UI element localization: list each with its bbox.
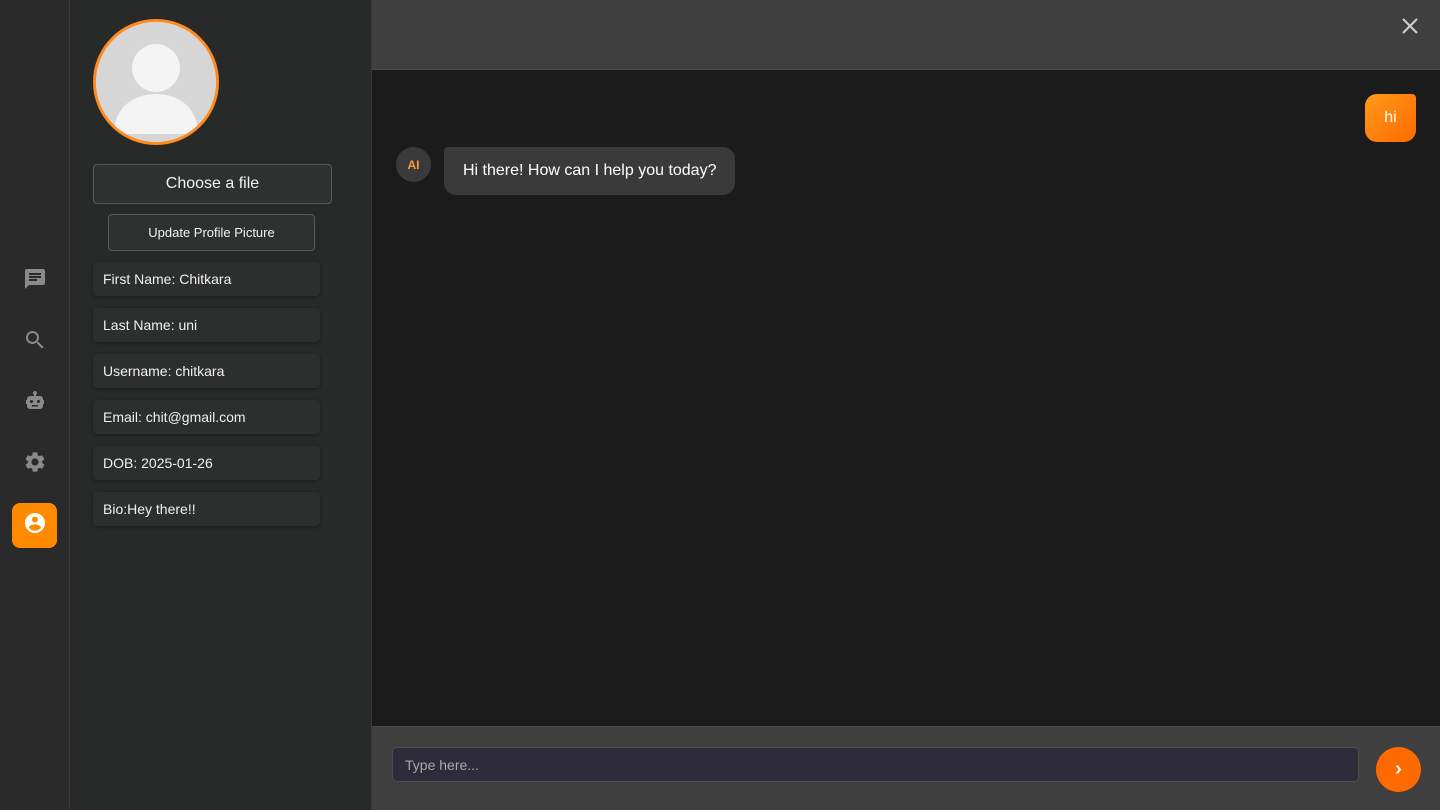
user-avatar-placeholder-icon [96, 22, 216, 142]
profile-field-dob: DOB: 2025-01-26 [93, 446, 320, 480]
chat-input-bar: › [372, 726, 1440, 810]
profile-field-last-name: Last Name: uni [93, 308, 320, 342]
rail-profile-button[interactable] [12, 503, 57, 548]
search-icon [23, 328, 47, 357]
message-input[interactable] [392, 747, 1359, 782]
gear-icon [23, 450, 47, 479]
robot-icon [23, 389, 47, 418]
rail-search-button[interactable] [12, 320, 57, 365]
account-circle-icon [23, 511, 47, 540]
rail-bot-button[interactable] [12, 381, 57, 426]
avatar [93, 19, 219, 145]
rail-settings-button[interactable] [12, 442, 57, 487]
ai-message-bubble: Hi there! How can I help you today? [444, 147, 736, 195]
profile-field-username: Username: chitkara [93, 354, 320, 388]
profile-field-bio: Bio:Hey there!! [93, 492, 320, 526]
choose-file-button[interactable]: Choose a file [93, 164, 332, 204]
profile-field-email: Email: chit@gmail.com [93, 400, 320, 434]
user-message-bubble: hi [1365, 94, 1416, 142]
chat-icon [23, 267, 47, 296]
chat-header [372, 0, 1440, 70]
ai-avatar: AI [396, 147, 431, 182]
rail-chat-button[interactable] [12, 259, 57, 304]
update-profile-picture-button[interactable]: Update Profile Picture [108, 214, 315, 251]
icon-rail [0, 0, 70, 810]
close-icon [1402, 18, 1418, 34]
profile-panel: Choose a file Update Profile Picture Fir… [70, 0, 372, 810]
close-button[interactable] [1398, 14, 1422, 38]
profile-field-first-name: First Name: Chitkara [93, 262, 320, 296]
chat-messages: hi AI Hi there! How can I help you today… [372, 70, 1440, 726]
send-button[interactable]: › [1376, 747, 1421, 792]
